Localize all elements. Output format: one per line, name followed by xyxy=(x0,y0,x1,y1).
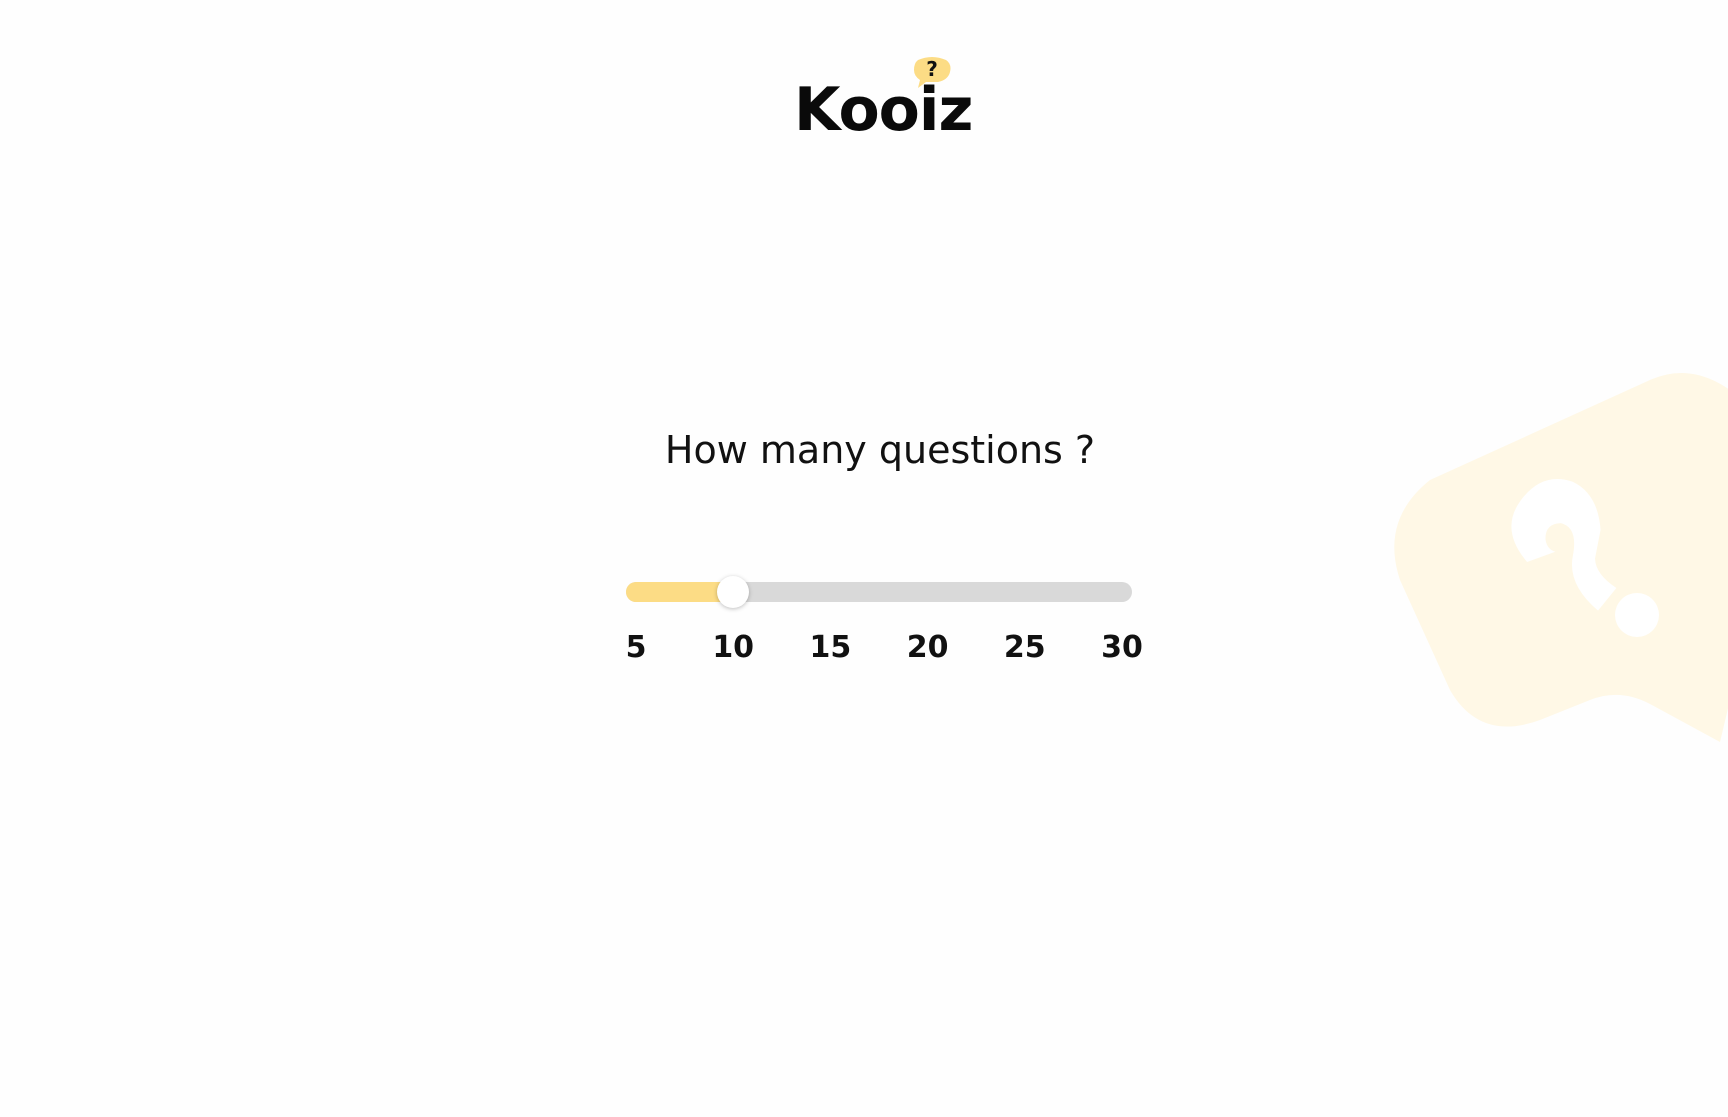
slider-tick-label[interactable]: 30 xyxy=(1101,628,1143,668)
logo: ? Kooiz xyxy=(794,57,973,145)
slider-thumb[interactable] xyxy=(717,576,750,608)
question-heading: How many questions ? xyxy=(664,428,1096,472)
slider-tick-label[interactable]: 20 xyxy=(907,628,949,668)
slider-tick-label[interactable]: 5 xyxy=(626,628,647,668)
slider-tick-labels: 5 10 15 20 25 30 xyxy=(626,628,1143,668)
slider-tick-label[interactable]: 15 xyxy=(810,628,852,668)
slider-tick-label[interactable]: 25 xyxy=(1004,628,1046,668)
question-count-slider[interactable] xyxy=(626,576,1132,608)
page: ? Kooiz How many questions ? 5 10 15 20 25 30 xyxy=(0,0,1728,1117)
slider-tick-label[interactable]: 10 xyxy=(712,628,754,668)
logo-text: Kooiz xyxy=(794,75,973,145)
